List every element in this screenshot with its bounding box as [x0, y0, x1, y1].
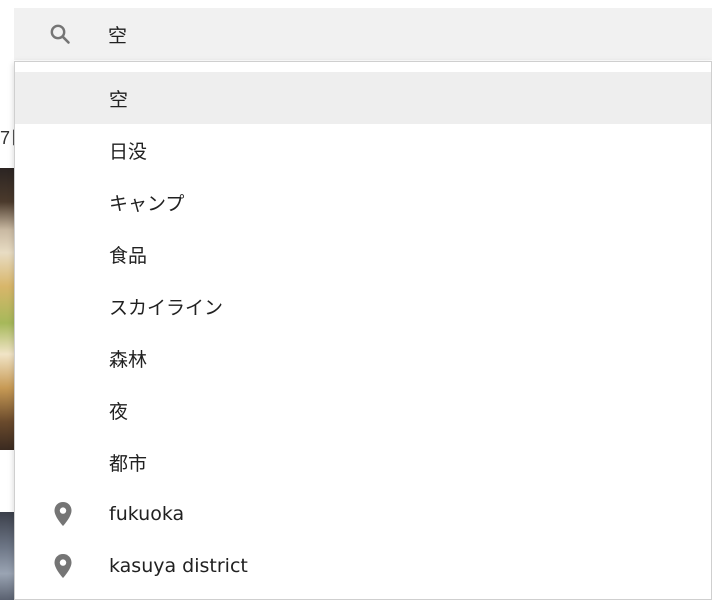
suggestion-label: スカイライン [109, 296, 224, 319]
suggestion-item[interactable]: 夜 [15, 384, 711, 436]
suggestion-label: kasuya district [109, 555, 248, 577]
suggestion-item-place[interactable]: kasuya district [15, 540, 711, 592]
search-input[interactable] [108, 20, 688, 48]
search-suggestions-dropdown: 空日没キャンプ食品スカイライン 森林夜都市 fukuoka kasuya distri… [14, 61, 712, 600]
suggestion-item[interactable]: 都市 [15, 436, 711, 488]
suggestion-list: 空日没キャンプ食品スカイライン 森林夜都市 fukuoka kasuya distri… [15, 62, 711, 592]
search-icon[interactable] [48, 22, 72, 46]
suggestion-label: 食品 [109, 244, 148, 267]
suggestion-item[interactable]: 日没 [15, 124, 711, 176]
background-photo-thumbnail[interactable] [0, 168, 14, 450]
suggestion-item[interactable]: 空 [15, 72, 711, 124]
suggestion-label: 空 [109, 88, 129, 111]
suggestion-item[interactable]: スカイライン [15, 280, 711, 332]
suggestion-label: 森林 [109, 348, 148, 371]
suggestion-label: 日没 [109, 140, 148, 163]
suggestion-label: fukuoka [109, 503, 185, 525]
search-bar[interactable] [14, 8, 712, 60]
location-pin-icon [51, 502, 75, 526]
suggestion-label: 夜 [109, 400, 129, 423]
location-pin-icon [51, 554, 75, 578]
background-date-label: 7日 [0, 128, 14, 148]
suggestion-item[interactable]: 食品 [15, 228, 711, 280]
background-photo-thumbnail-2[interactable] [0, 512, 14, 600]
photo-search-page: 7日 空日没キャンプ食品スカイライン森林夜都市 fukuoka kasuya dis… [0, 0, 712, 600]
suggestion-item[interactable]: キャンプ [15, 176, 711, 228]
suggestion-label: 都市 [109, 452, 148, 475]
suggestion-item[interactable]: 森林 [15, 332, 711, 384]
suggestion-item-place[interactable]: fukuoka [15, 488, 711, 540]
suggestion-label: キャンプ [109, 192, 185, 215]
